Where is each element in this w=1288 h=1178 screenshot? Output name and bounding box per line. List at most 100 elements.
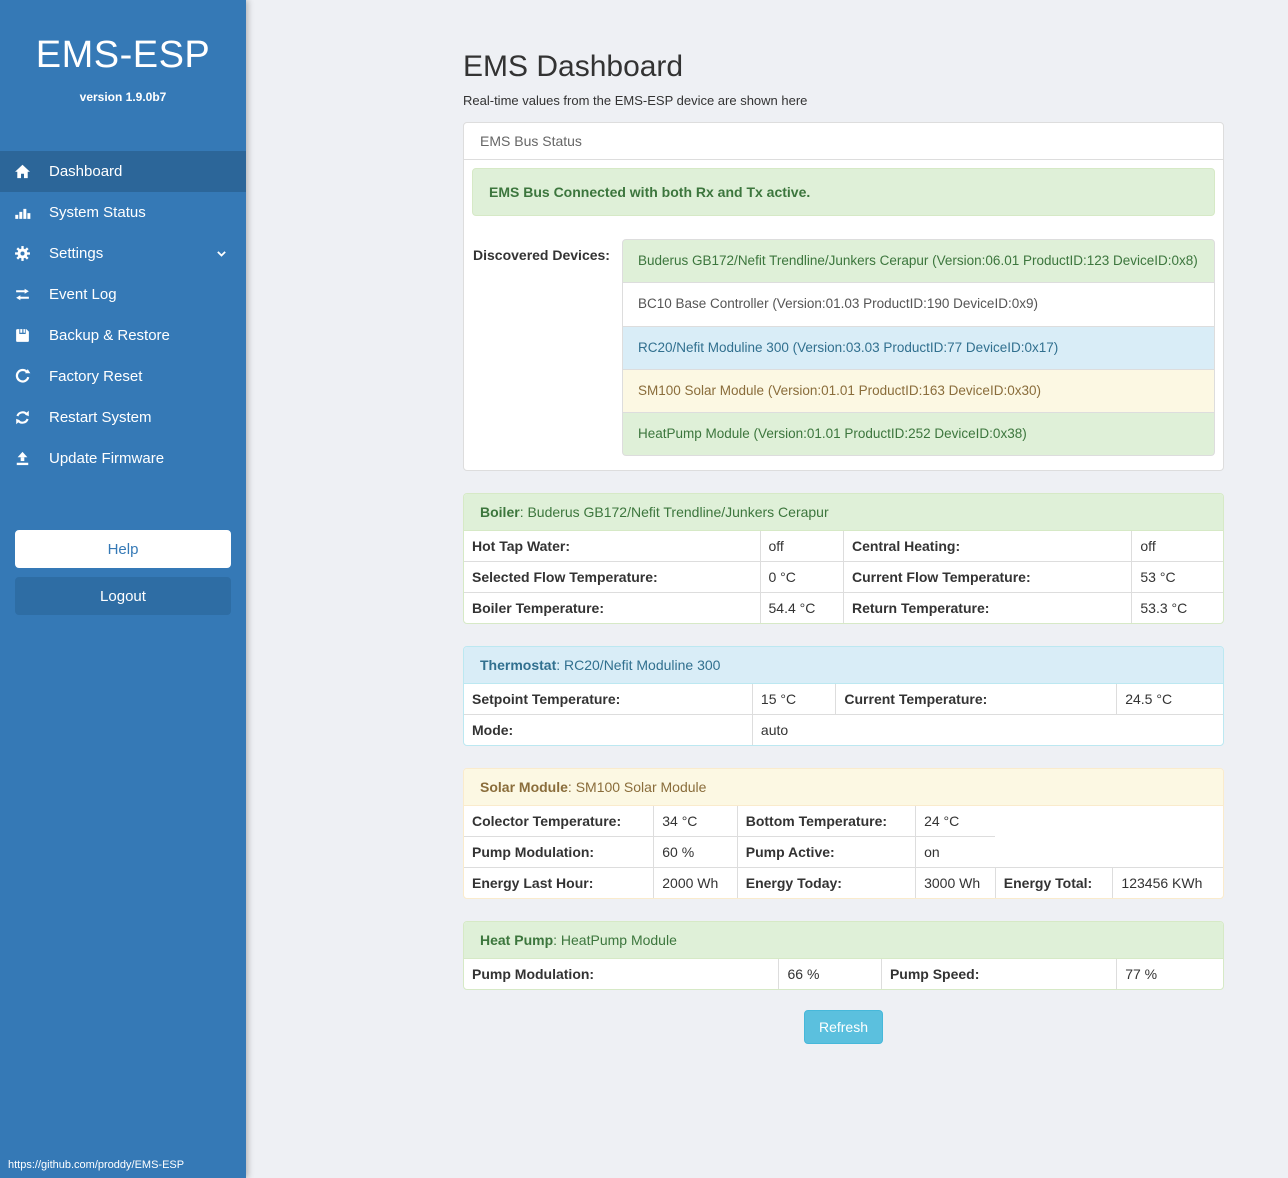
sidebar: EMS-ESP version 1.9.0b7 Dashboard System… <box>0 0 246 1178</box>
mode-label: Mode: <box>464 715 752 746</box>
sidebar-item-settings[interactable]: Settings <box>0 233 246 274</box>
main-content: EMS Dashboard Real-time values from the … <box>463 0 1224 1044</box>
heat-pump-heading: Heat Pump <box>480 932 553 948</box>
github-link[interactable]: https://github.com/proddy/EMS-ESP <box>8 1159 184 1171</box>
table-row: Energy Last Hour: 2000 Wh Energy Today: … <box>464 868 1223 899</box>
ems-bus-status-body: EMS Bus Connected with both Rx and Tx ac… <box>464 160 1223 470</box>
thermostat-table: Setpoint Temperature: 15 °C Current Temp… <box>464 684 1223 745</box>
pump-modulation-value: 60 % <box>654 837 737 868</box>
hp-pump-speed-value: 77 % <box>1117 959 1223 989</box>
current-temp-label: Current Temperature: <box>836 684 1117 715</box>
boiler-heading: Boiler <box>480 504 520 520</box>
page-title: EMS Dashboard <box>463 50 1224 84</box>
table-row: Mode: auto <box>464 715 1223 746</box>
page-subtitle: Real-time values from the EMS-ESP device… <box>463 93 1224 108</box>
current-temp-value: 24.5 °C <box>1117 684 1223 715</box>
energy-total-value: 123456 KWh <box>1113 868 1223 899</box>
thermostat-device-name: RC20/Nefit Moduline 300 <box>564 657 720 673</box>
selected-flow-temp-value: 0 °C <box>760 562 843 593</box>
sidebar-item-label: Event Log <box>49 286 117 303</box>
energy-total-label: Energy Total: <box>995 868 1113 899</box>
hot-tap-water-label: Hot Tap Water: <box>464 531 760 562</box>
logout-button[interactable]: Logout <box>15 577 231 615</box>
sidebar-item-backup-restore[interactable]: Backup & Restore <box>0 315 246 356</box>
setpoint-temp-value: 15 °C <box>752 684 835 715</box>
solar-module-panel-header: Solar Module: SM100 Solar Module <box>464 769 1223 806</box>
help-button[interactable]: Help <box>15 530 231 568</box>
table-row: Colector Temperature: 34 °C Bottom Tempe… <box>464 806 1223 837</box>
save-icon <box>14 327 36 344</box>
solar-module-heading: Solar Module <box>480 779 568 795</box>
thermostat-panel: Thermostat: RC20/Nefit Moduline 300 Setp… <box>463 646 1224 746</box>
discovered-devices-row: Discovered Devices: Buderus GB172/Nefit … <box>472 237 1215 462</box>
pump-active-label: Pump Active: <box>737 837 915 868</box>
energy-last-hour-label: Energy Last Hour: <box>464 868 654 899</box>
separator: : <box>556 657 560 673</box>
brand: EMS-ESP version 1.9.0b7 <box>0 0 246 104</box>
sidebar-item-system-status[interactable]: System Status <box>0 192 246 233</box>
energy-today-value: 3000 Wh <box>916 868 996 899</box>
sidebar-item-restart-system[interactable]: Restart System <box>0 397 246 438</box>
bottom-temp-value: 24 °C <box>916 806 996 837</box>
device-list-item: BC10 Base Controller (Version:01.03 Prod… <box>622 283 1215 326</box>
sidebar-item-label: Restart System <box>49 409 152 426</box>
boiler-temp-value: 54.4 °C <box>760 593 843 624</box>
sidebar-item-label: System Status <box>49 204 146 221</box>
app-version: version 1.9.0b7 <box>0 90 246 104</box>
chevron-down-icon <box>215 247 228 260</box>
hot-tap-water-value: off <box>760 531 843 562</box>
bottom-temp-label: Bottom Temperature: <box>737 806 915 837</box>
sidebar-item-dashboard[interactable]: Dashboard <box>0 151 246 192</box>
boiler-device-name: Buderus GB172/Nefit Trendline/Junkers Ce… <box>527 504 828 520</box>
table-row: Hot Tap Water: off Central Heating: off <box>464 531 1223 562</box>
central-heating-value: off <box>1132 531 1223 562</box>
return-temp-label: Return Temperature: <box>843 593 1131 624</box>
table-row: Pump Modulation: 66 % Pump Speed: 77 % <box>464 959 1223 989</box>
discovered-devices-label: Discovered Devices: <box>472 239 622 456</box>
pump-modulation-label: Pump Modulation: <box>464 837 654 868</box>
sidebar-item-label: Settings <box>49 245 103 262</box>
sidebar-item-factory-reset[interactable]: Factory Reset <box>0 356 246 397</box>
hp-pump-speed-label: Pump Speed: <box>881 959 1116 989</box>
separator: : <box>520 504 524 520</box>
device-list-item: RC20/Nefit Moduline 300 (Version:03.03 P… <box>622 327 1215 370</box>
thermostat-panel-header: Thermostat: RC20/Nefit Moduline 300 <box>464 647 1223 684</box>
current-flow-temp-value: 53 °C <box>1132 562 1223 593</box>
sidebar-item-update-firmware[interactable]: Update Firmware <box>0 438 246 479</box>
refresh-button[interactable]: Refresh <box>804 1010 883 1044</box>
heat-pump-device-name: HeatPump Module <box>561 932 677 948</box>
collector-temp-value: 34 °C <box>654 806 737 837</box>
energy-last-hour-value: 2000 Wh <box>654 868 737 899</box>
device-list-item: HeatPump Module (Version:01.01 ProductID… <box>622 413 1215 456</box>
mode-value: auto <box>752 715 1223 746</box>
sidebar-item-label: Dashboard <box>49 163 122 180</box>
heat-pump-table: Pump Modulation: 66 % Pump Speed: 77 % <box>464 959 1223 989</box>
table-row: Setpoint Temperature: 15 °C Current Temp… <box>464 684 1223 715</box>
refresh-row: Refresh <box>463 1010 1224 1044</box>
sidebar-nav: Dashboard System Status <box>0 151 246 479</box>
hp-pump-modulation-label: Pump Modulation: <box>464 959 779 989</box>
boiler-temp-label: Boiler Temperature: <box>464 593 760 624</box>
return-temp-value: 53.3 °C <box>1132 593 1223 624</box>
bus-connected-alert: EMS Bus Connected with both Rx and Tx ac… <box>472 168 1215 216</box>
sidebar-item-label: Factory Reset <box>49 368 142 385</box>
hp-pump-modulation-value: 66 % <box>779 959 881 989</box>
table-row: Selected Flow Temperature: 0 °C Current … <box>464 562 1223 593</box>
refresh-icon <box>14 368 36 385</box>
device-list-item: Buderus GB172/Nefit Trendline/Junkers Ce… <box>622 239 1215 283</box>
sidebar-item-label: Backup & Restore <box>49 327 170 344</box>
sync-icon <box>14 409 36 426</box>
solar-module-device-name: SM100 Solar Module <box>576 779 707 795</box>
boiler-table: Hot Tap Water: off Central Heating: off … <box>464 531 1223 623</box>
selected-flow-temp-label: Selected Flow Temperature: <box>464 562 760 593</box>
current-flow-temp-label: Current Flow Temperature: <box>843 562 1131 593</box>
table-row: Pump Modulation: 60 % Pump Active: on <box>464 837 1223 868</box>
chart-icon <box>14 204 36 221</box>
gear-icon <box>14 245 36 262</box>
sidebar-buttons: Help Logout <box>0 530 246 615</box>
device-list-item: SM100 Solar Module (Version:01.01 Produc… <box>622 370 1215 413</box>
app-title: EMS-ESP <box>0 34 246 77</box>
heat-pump-panel: Heat Pump: HeatPump Module Pump Modulati… <box>463 921 1224 990</box>
separator: : <box>553 932 557 948</box>
sidebar-item-event-log[interactable]: Event Log <box>0 274 246 315</box>
